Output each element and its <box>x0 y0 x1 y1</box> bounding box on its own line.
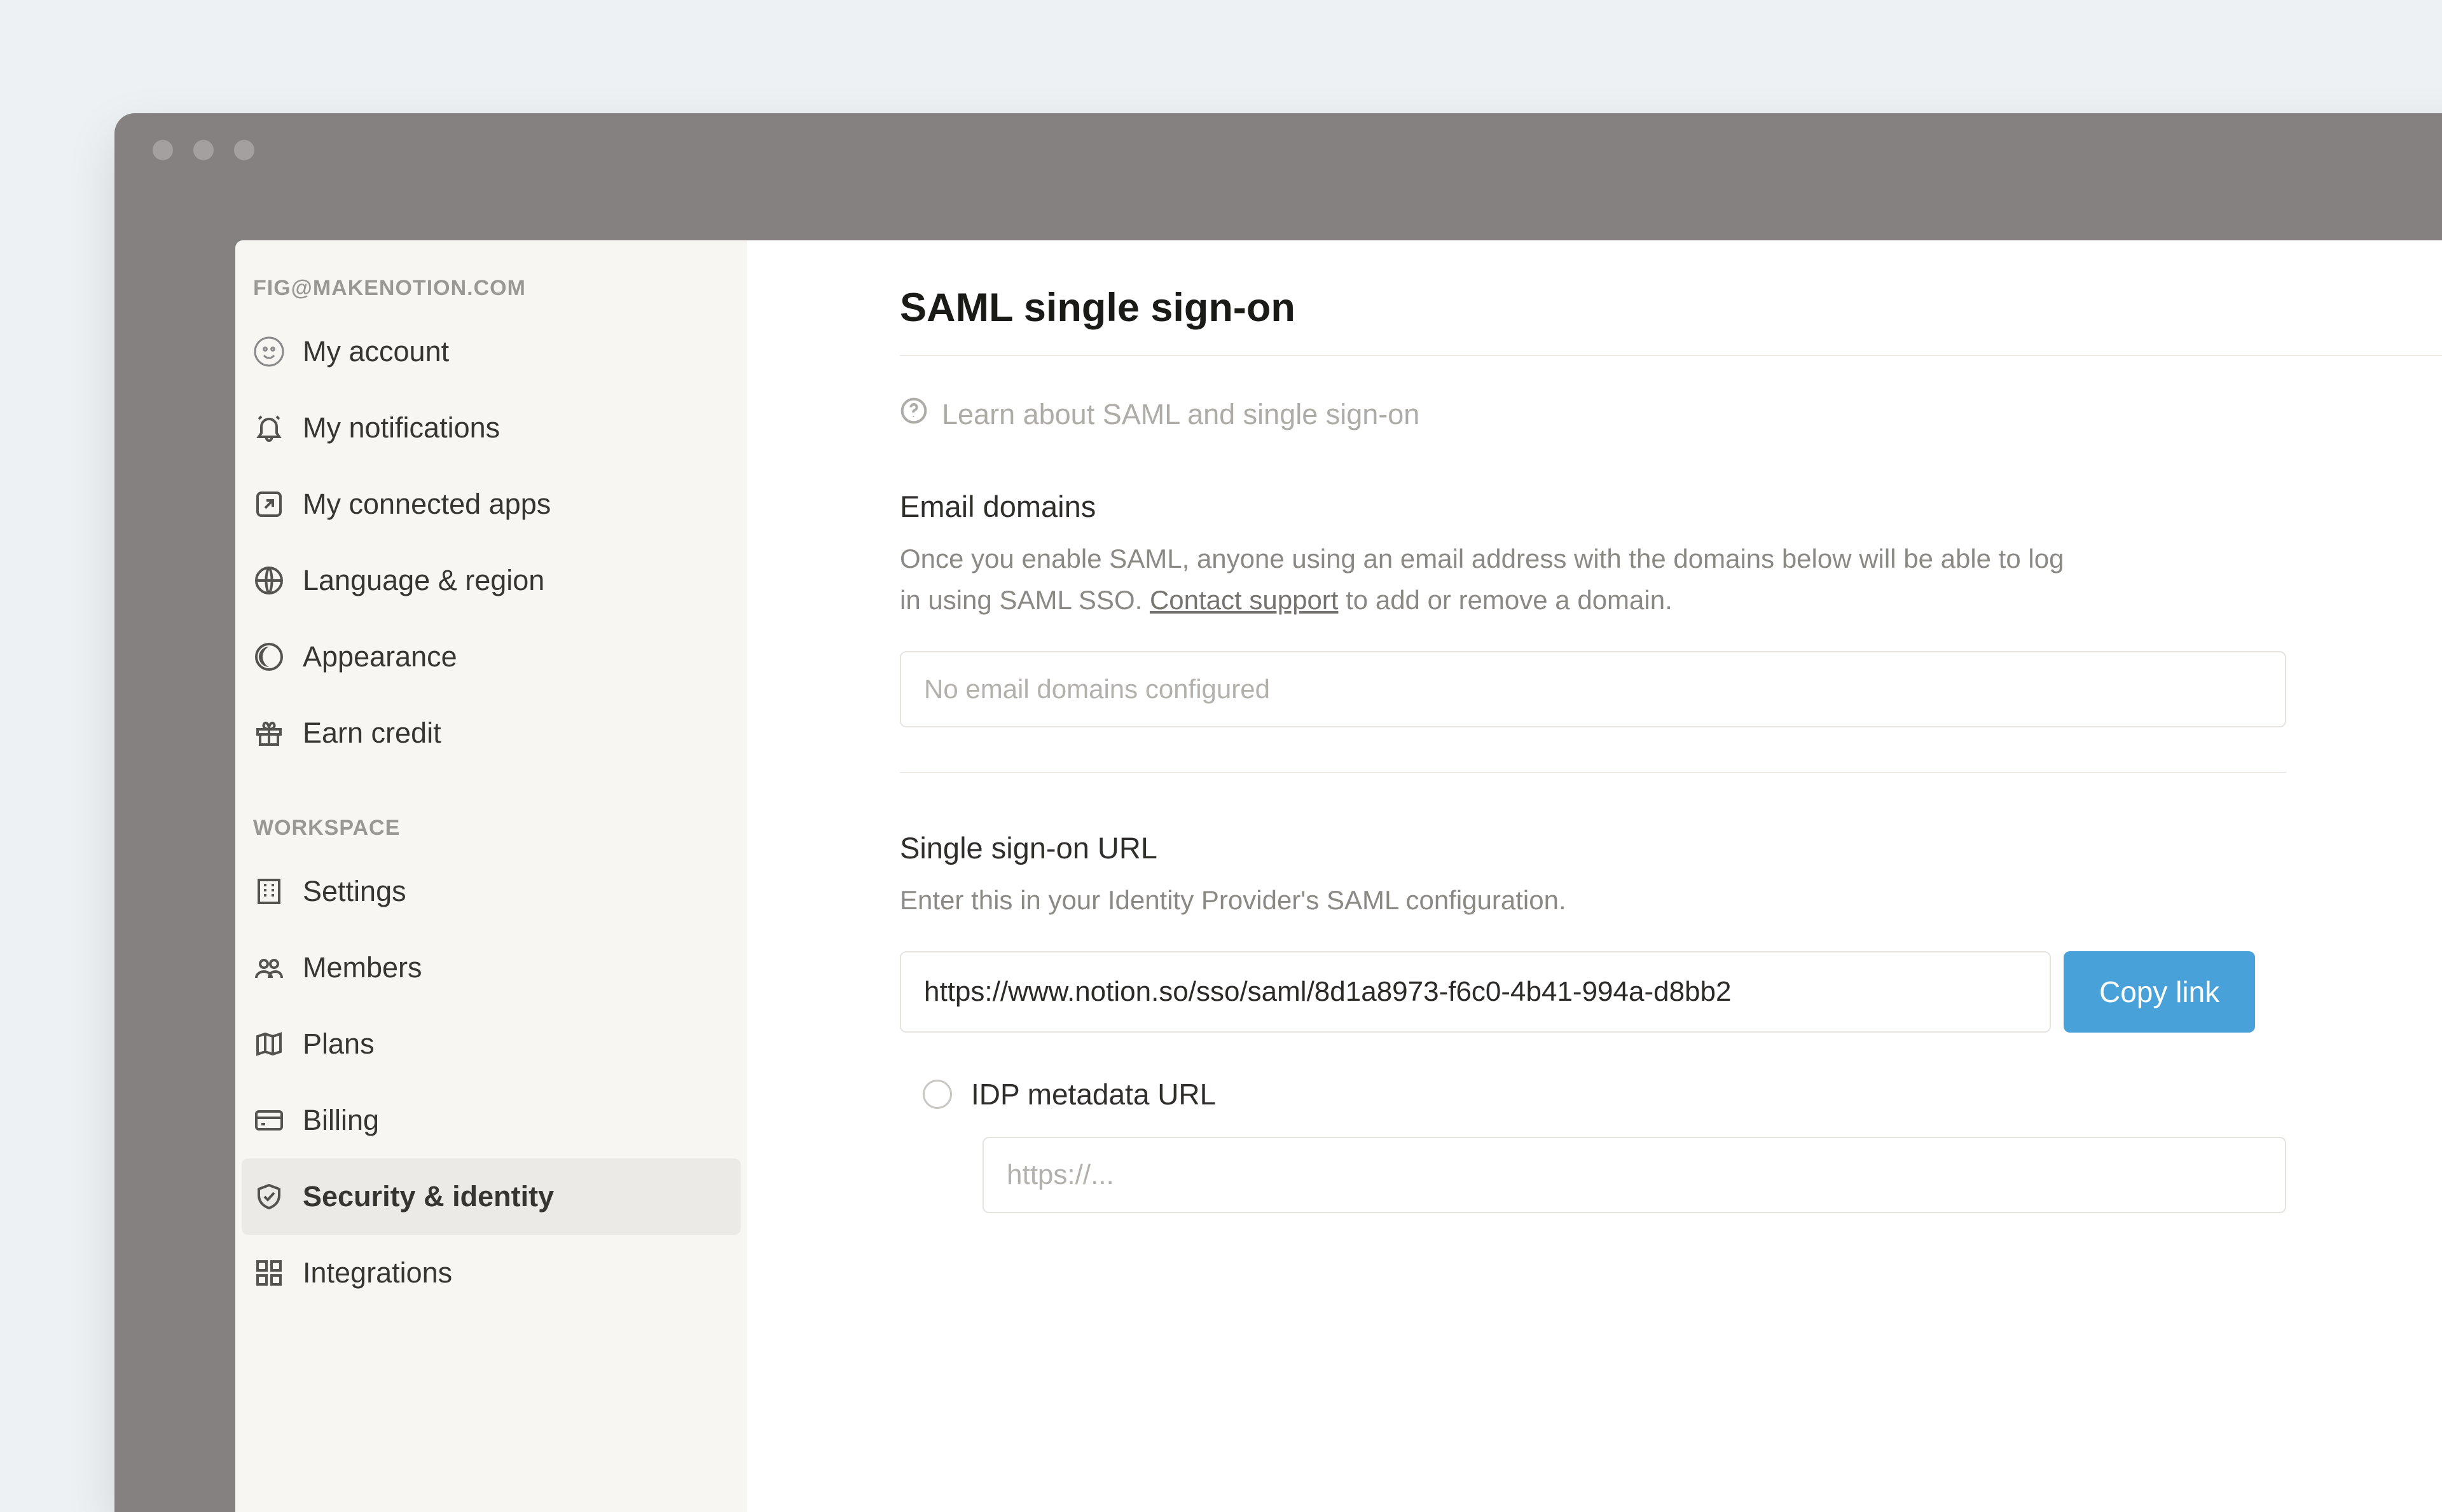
globe-icon <box>253 565 285 596</box>
settings-sidebar: FIG@MAKENOTION.COM My account My notific… <box>235 240 747 1512</box>
section-sso-url: Single sign-on URL Enter this in your Id… <box>900 830 2442 1213</box>
bell-icon <box>253 412 285 444</box>
sidebar-item-appearance[interactable]: Appearance <box>242 619 741 695</box>
learn-link[interactable]: Learn about SAML and single sign-on <box>900 356 2442 432</box>
window-traffic-lights <box>114 113 2442 160</box>
arrow-out-icon <box>253 488 285 520</box>
avatar-icon <box>253 336 285 368</box>
sidebar-item-label: My notifications <box>303 411 500 444</box>
sidebar-item-billing[interactable]: Billing <box>242 1082 741 1158</box>
sidebar-item-security[interactable]: Security & identity <box>242 1158 741 1235</box>
moon-icon <box>253 641 285 673</box>
sidebar-item-label: Billing <box>303 1104 379 1137</box>
gift-icon <box>253 717 285 749</box>
copy-link-button[interactable]: Copy link <box>2064 951 2255 1033</box>
sidebar-item-label: Members <box>303 951 422 984</box>
sidebar-item-label: Integrations <box>303 1256 452 1289</box>
section-desc: Enter this in your Identity Provider's S… <box>900 879 2083 921</box>
sidebar-item-language-region[interactable]: Language & region <box>242 542 741 619</box>
sidebar-item-my-notifications[interactable]: My notifications <box>242 390 741 466</box>
sidebar-item-connected-apps[interactable]: My connected apps <box>242 466 741 542</box>
section-heading: Email domains <box>900 489 2442 524</box>
section-heading: Single sign-on URL <box>900 830 2442 865</box>
idp-metadata-url-input[interactable]: https://... <box>983 1137 2286 1213</box>
sidebar-user-email: FIG@MAKENOTION.COM <box>242 276 741 313</box>
settings-main: SAML single sign-on Learn about SAML and… <box>747 240 2442 1512</box>
sidebar-item-label: My connected apps <box>303 488 551 521</box>
sidebar-item-plans[interactable]: Plans <box>242 1006 741 1082</box>
sidebar-workspace-label: WORKSPACE <box>242 816 741 853</box>
sidebar-item-label: Earn credit <box>303 717 441 750</box>
learn-link-text: Learn about SAML and single sign-on <box>942 398 1419 431</box>
sidebar-item-label: Settings <box>303 875 406 908</box>
app-window: FIG@MAKENOTION.COM My account My notific… <box>114 113 2442 1512</box>
sso-url-field[interactable]: https://www.notion.so/sso/saml/8d1a8973-… <box>900 951 2051 1033</box>
people-icon <box>253 952 285 984</box>
credit-card-icon <box>253 1104 285 1136</box>
map-icon <box>253 1028 285 1060</box>
sidebar-item-my-account[interactable]: My account <box>242 313 741 390</box>
building-icon <box>253 876 285 907</box>
sidebar-item-label: Appearance <box>303 640 457 673</box>
sidebar-item-integrations[interactable]: Integrations <box>242 1235 741 1311</box>
sidebar-item-label: Language & region <box>303 564 544 597</box>
app-surface: FIG@MAKENOTION.COM My account My notific… <box>235 240 2442 1512</box>
help-icon <box>900 397 928 432</box>
sidebar-item-settings[interactable]: Settings <box>242 853 741 930</box>
sidebar-item-label: Security & identity <box>303 1180 554 1213</box>
section-desc: Once you enable SAML, anyone using an em… <box>900 538 2083 621</box>
sidebar-item-earn-credit[interactable]: Earn credit <box>242 695 741 771</box>
traffic-light-max[interactable] <box>234 140 254 160</box>
traffic-light-close[interactable] <box>153 140 173 160</box>
section-email-domains: Email domains Once you enable SAML, anyo… <box>900 489 2442 727</box>
idp-metadata-url-label: IDP metadata URL <box>971 1077 1216 1111</box>
grid-icon <box>253 1257 285 1289</box>
sidebar-item-label: My account <box>303 335 449 368</box>
desc-text: to add or remove a domain. <box>1338 585 1672 615</box>
shield-icon <box>253 1181 285 1213</box>
sidebar-item-members[interactable]: Members <box>242 930 741 1006</box>
idp-metadata-url-radio[interactable] <box>923 1080 952 1109</box>
divider <box>900 772 2286 773</box>
contact-support-link[interactable]: Contact support <box>1150 585 1339 615</box>
sidebar-item-label: Plans <box>303 1027 375 1061</box>
page-title: SAML single sign-on <box>900 285 2442 356</box>
email-domains-field[interactable]: No email domains configured <box>900 651 2286 727</box>
traffic-light-min[interactable] <box>193 140 214 160</box>
